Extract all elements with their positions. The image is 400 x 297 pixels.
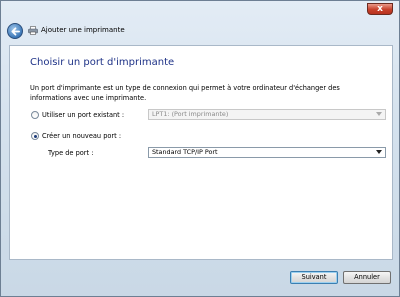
new-port-label[interactable]: Créer un nouveau port : xyxy=(42,132,121,140)
chevron-down-icon xyxy=(376,112,382,116)
chevron-down-icon xyxy=(376,150,382,154)
printer-icon xyxy=(28,26,38,35)
page-description: Un port d'imprimante est un type de conn… xyxy=(30,84,340,102)
existing-port-label[interactable]: Utiliser un port existant : xyxy=(42,111,124,119)
new-port-radio[interactable] xyxy=(31,132,39,140)
port-type-select[interactable]: Standard TCP/IP Port xyxy=(148,147,386,158)
next-button[interactable]: Suivant xyxy=(290,271,338,284)
arrow-left-icon xyxy=(11,27,20,36)
close-button[interactable]: x xyxy=(367,3,393,15)
dialog-window: x Ajouter une imprimante Choisir un port… xyxy=(0,0,400,297)
port-type-label: Type de port : xyxy=(48,149,94,157)
existing-port-value: LPT1: (Port imprimante) xyxy=(152,110,229,118)
back-button[interactable] xyxy=(7,23,23,39)
existing-port-radio[interactable] xyxy=(31,111,39,119)
page-title: Choisir un port d'imprimante xyxy=(30,57,175,68)
wizard-content: Choisir un port d'imprimante Un port d'i… xyxy=(9,45,393,260)
port-type-value: Standard TCP/IP Port xyxy=(152,148,218,156)
cancel-button[interactable]: Annuler xyxy=(343,271,391,284)
existing-port-select[interactable]: LPT1: (Port imprimante) xyxy=(148,109,386,120)
title-bar: x Ajouter une imprimante xyxy=(1,1,399,45)
window-title: Ajouter une imprimante xyxy=(41,26,125,34)
